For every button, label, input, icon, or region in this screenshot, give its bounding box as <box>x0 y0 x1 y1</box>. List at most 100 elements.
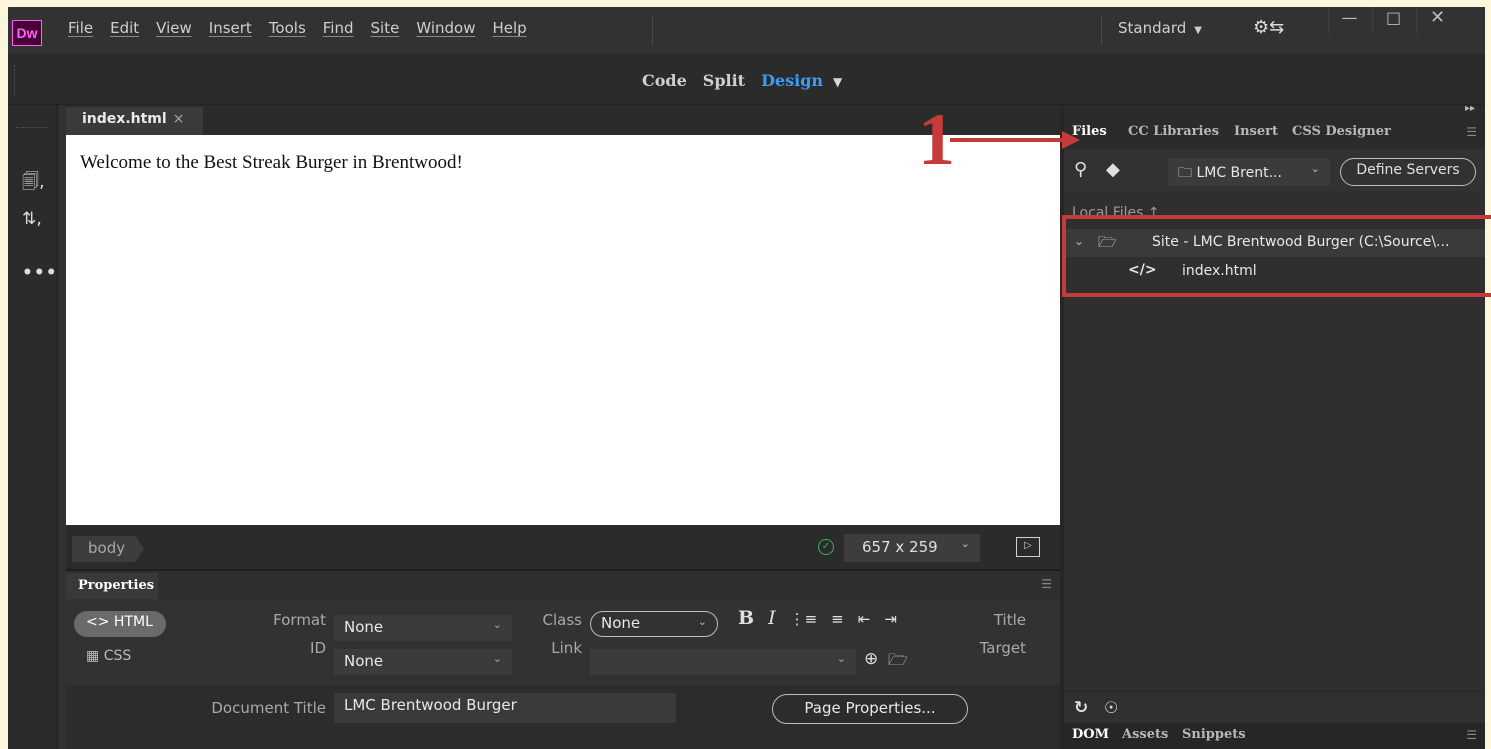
panel-header-strip: ▸▸ <box>1064 103 1485 119</box>
collapse-panel-icon[interactable]: ▸▸ <box>1465 103 1475 114</box>
tab-snippets[interactable]: Snippets <box>1182 727 1246 742</box>
file-management-icon[interactable]: ⇅‚ <box>22 209 42 229</box>
format-label: Format <box>273 611 326 629</box>
view-switcher: Code Split Design ▼ <box>642 71 858 90</box>
panel-tabs: Files CC Libraries Insert CSS Designer ☰ <box>1064 119 1485 149</box>
define-servers-button[interactable]: Define Servers <box>1340 158 1476 186</box>
class-value: None <box>601 614 641 632</box>
class-label: Class <box>542 611 582 629</box>
minimize-icon[interactable]: — <box>1328 7 1370 35</box>
chevron-down-icon: ⌄ <box>1310 162 1320 175</box>
menu-insert[interactable]: Insert <box>209 19 252 37</box>
panel-menu-icon[interactable]: ☰ <box>1041 577 1052 591</box>
chevron-down-icon: ▼ <box>1194 25 1202 36</box>
html-mode-button[interactable]: <> HTML <box>74 611 166 637</box>
workspace-label: Standard <box>1118 19 1187 37</box>
panel-menu-icon[interactable]: ☰ <box>1466 728 1477 742</box>
open-documents-icon[interactable]: 🗐‚ <box>22 169 44 198</box>
css-mode-button[interactable]: ▦ CSS <box>86 648 131 664</box>
outdent-icon[interactable]: ⇤ <box>858 610 871 628</box>
close-tab-icon[interactable]: × <box>173 111 185 127</box>
menu-window[interactable]: Window <box>416 19 475 37</box>
browse-folder-icon[interactable]: 🗁 <box>888 649 908 676</box>
tab-cc-libraries[interactable]: CC Libraries <box>1128 124 1219 139</box>
id-value: None <box>344 652 384 670</box>
italic-icon[interactable]: I <box>768 607 776 629</box>
workspace-switcher[interactable]: Standard ▼ <box>1118 19 1202 37</box>
document-title-row: Document Title LMC Brentwood Burger Page… <box>66 685 1060 749</box>
view-code-button[interactable]: Code <box>642 71 687 90</box>
bold-icon[interactable]: B <box>738 607 754 629</box>
connect-remote-icon[interactable]: ⚲ <box>1074 159 1087 180</box>
chevron-down-icon[interactable]: ▼ <box>833 75 842 89</box>
format-select[interactable]: None ⌄ <box>334 615 512 641</box>
properties-panel: Properties ☰ <> HTML ▦ CSS Format None ⌄ … <box>66 569 1060 749</box>
window-size-select[interactable]: 657 x 259 ⌄ <box>844 534 980 562</box>
menu-edit[interactable]: Edit <box>110 19 139 37</box>
point-to-file-icon[interactable]: ⊕ <box>864 649 878 669</box>
view-switcher-bar: Code Split Design ▼ <box>8 55 1485 105</box>
panel-menu-icon[interactable]: ☰ <box>1466 125 1477 139</box>
formatting-toolbar: B I ⋮≡ ≡ ⇤ ⇥ <box>738 607 911 629</box>
toolbar-grip[interactable] <box>16 127 48 130</box>
close-icon[interactable]: ✕ <box>1416 7 1458 35</box>
tab-css-designer[interactable]: CSS Designer <box>1292 124 1391 139</box>
css-grid-icon: ▦ <box>86 648 100 664</box>
dreamweaver-window: Dw File Edit View Insert Tools Find Site… <box>8 7 1485 749</box>
ordered-list-icon[interactable]: ≡ <box>831 610 844 628</box>
menu-divider <box>1101 15 1102 45</box>
chevron-down-icon: ⌄ <box>960 537 970 550</box>
id-select[interactable]: None ⌄ <box>334 649 512 675</box>
document-tabs: index.html × <box>66 105 1060 135</box>
menu-find[interactable]: Find <box>323 19 354 37</box>
files-footer: ↻ ☉ <box>1064 691 1485 723</box>
app-logo: Dw <box>12 20 42 46</box>
no-errors-icon[interactable]: ✓ <box>818 539 834 555</box>
link-input[interactable]: ⌄ <box>590 649 856 675</box>
view-split-button[interactable]: Split <box>703 71 745 90</box>
files-toolbar: ⚲ ◆ 🗀 LMC Brent... ⌄ Define Servers <box>1064 149 1485 191</box>
git-icon[interactable]: ◆ <box>1106 159 1120 180</box>
target-label: Target <box>979 639 1026 657</box>
page-content-text[interactable]: Welcome to the Best Streak Burger in Bre… <box>80 152 463 174</box>
tag-selector-body[interactable]: body <box>72 536 144 562</box>
document-title-input[interactable]: LMC Brentwood Burger <box>334 693 676 723</box>
design-canvas[interactable]: Welcome to the Best Streak Burger in Bre… <box>66 135 1060 525</box>
chevron-down-icon: ⌄ <box>836 652 846 665</box>
menu-view[interactable]: View <box>156 19 192 37</box>
page-properties-button[interactable]: Page Properties... <box>772 694 968 724</box>
css-mode-label: CSS <box>103 648 132 664</box>
maximize-icon[interactable]: □ <box>1372 7 1414 35</box>
tab-index-html[interactable]: index.html × <box>66 107 203 135</box>
tab-assets[interactable]: Assets <box>1122 727 1168 742</box>
folder-icon: 🗀 <box>1178 165 1192 181</box>
tab-insert[interactable]: Insert <box>1234 124 1278 139</box>
site-select-value: LMC Brent... <box>1196 165 1282 181</box>
refresh-icon[interactable]: ↻ <box>1074 698 1088 718</box>
link-label: Link <box>551 639 582 657</box>
site-select[interactable]: 🗀 LMC Brent... ⌄ <box>1168 158 1330 186</box>
properties-tab[interactable]: Properties <box>66 573 158 599</box>
tab-label: index.html <box>82 111 167 127</box>
menu-tools[interactable]: Tools <box>269 19 306 37</box>
indent-icon[interactable]: ⇥ <box>884 610 897 628</box>
chevron-down-icon: ⌄ <box>492 652 502 665</box>
menu-help[interactable]: Help <box>492 19 526 37</box>
menu-file[interactable]: File <box>68 19 93 37</box>
upload-icon[interactable]: ☉ <box>1104 698 1118 717</box>
chevron-down-icon: ⌄ <box>492 618 502 631</box>
tab-dom[interactable]: DOM <box>1072 727 1109 742</box>
menu-divider <box>652 15 653 45</box>
real-time-preview-icon[interactable]: ▷ <box>1016 537 1040 557</box>
more-tools-icon[interactable]: ••• <box>22 263 58 283</box>
toolbar-grip[interactable] <box>14 65 17 95</box>
main-menu: File Edit View Insert Tools Find Site Wi… <box>68 19 544 37</box>
properties-body: <> HTML ▦ CSS Format None ⌄ ID None ⌄ Clas… <box>66 599 1060 685</box>
window-size-value: 657 x 259 <box>862 538 938 556</box>
class-select[interactable]: None ⌄ <box>590 611 718 637</box>
chevron-down-icon: ⌄ <box>697 615 707 628</box>
unordered-list-icon[interactable]: ⋮≡ <box>790 610 818 628</box>
view-design-button[interactable]: Design <box>761 71 823 90</box>
menu-site[interactable]: Site <box>371 19 400 37</box>
sync-settings-icon[interactable]: ⚙⇆ <box>1253 17 1284 38</box>
